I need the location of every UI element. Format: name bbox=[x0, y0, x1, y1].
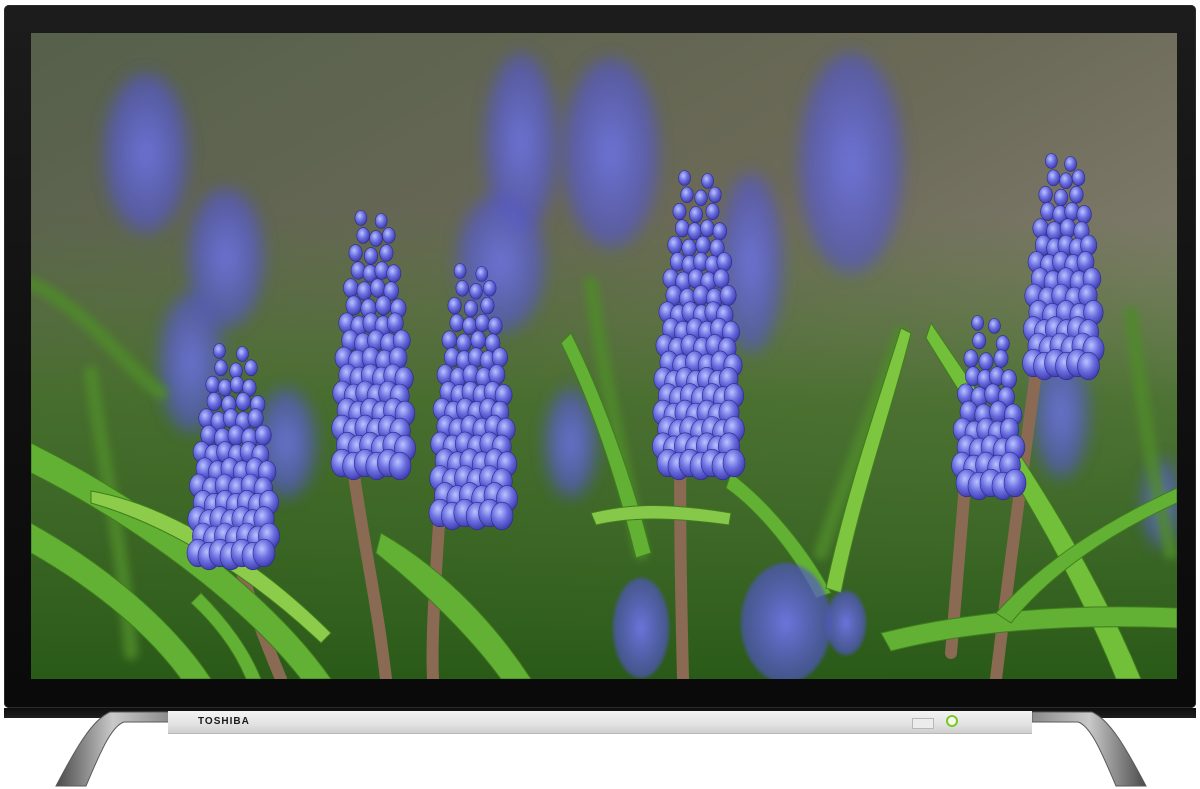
flower-floret bbox=[483, 280, 497, 297]
flower-floret bbox=[206, 392, 222, 411]
power-led-icon[interactable] bbox=[946, 715, 958, 727]
flower-floret bbox=[235, 392, 251, 411]
flower-floret bbox=[388, 451, 412, 481]
flower-floret bbox=[978, 352, 994, 371]
flower-floret bbox=[480, 296, 495, 315]
flower-floret bbox=[681, 238, 697, 258]
flower-floret bbox=[1059, 218, 1076, 239]
tv-front-trim bbox=[168, 711, 1032, 734]
flower-floret bbox=[236, 346, 249, 362]
flower-floret bbox=[722, 448, 746, 478]
flower-floret bbox=[379, 244, 394, 262]
flower-floret bbox=[1076, 205, 1092, 224]
flower-floret bbox=[487, 316, 503, 336]
right-stand bbox=[1030, 708, 1150, 788]
flower-floret bbox=[1053, 188, 1069, 207]
flower-floret bbox=[708, 186, 722, 204]
flower-floret bbox=[716, 252, 733, 272]
flower-floret bbox=[386, 264, 402, 283]
flower-floret bbox=[463, 299, 478, 318]
flower-floret bbox=[1071, 169, 1086, 187]
flower-floret bbox=[475, 266, 489, 282]
flower-floret bbox=[719, 284, 737, 306]
flower-floret bbox=[230, 375, 245, 394]
flower-floret bbox=[254, 424, 272, 446]
flower-floret bbox=[441, 330, 458, 350]
flower-floret bbox=[680, 186, 694, 204]
flower-floret bbox=[1038, 185, 1053, 204]
flower-floret bbox=[1032, 218, 1049, 239]
tv-screen bbox=[31, 33, 1177, 679]
flower-floret bbox=[356, 281, 372, 301]
television: TOSHIBA bbox=[0, 0, 1200, 789]
flower-floret bbox=[491, 347, 509, 368]
flower-floret bbox=[449, 313, 465, 333]
left-stand bbox=[52, 708, 172, 788]
flower-floret bbox=[988, 318, 1001, 334]
flower-floret bbox=[356, 227, 370, 244]
flower-floret bbox=[490, 501, 514, 531]
brand-logo: TOSHIBA bbox=[198, 716, 250, 727]
flower-floret bbox=[469, 283, 483, 300]
flower-floret bbox=[1003, 468, 1027, 498]
flower-floret bbox=[705, 203, 720, 221]
flower-floret bbox=[214, 359, 228, 377]
flower-floret bbox=[382, 227, 396, 244]
flower-floret bbox=[1000, 369, 1017, 390]
flower-floret bbox=[375, 295, 392, 316]
flower-floret bbox=[701, 173, 714, 189]
flower-floret bbox=[700, 219, 715, 238]
flower-floret bbox=[247, 408, 264, 429]
flower-floret bbox=[1064, 156, 1077, 172]
flower-floret bbox=[689, 206, 703, 224]
flower-floret bbox=[1069, 185, 1084, 204]
flower-floret bbox=[963, 349, 979, 368]
flower-floret bbox=[348, 244, 363, 262]
flower-floret bbox=[674, 219, 690, 238]
flower-floret bbox=[345, 295, 362, 316]
flower-floret bbox=[370, 278, 386, 298]
flower-floret bbox=[695, 235, 711, 255]
flower-floret bbox=[217, 378, 232, 397]
tv-bezel bbox=[4, 5, 1196, 708]
flower-floret bbox=[456, 333, 472, 353]
flower-floret bbox=[672, 203, 687, 221]
flower-floret bbox=[678, 170, 691, 186]
flower-floret bbox=[971, 315, 984, 331]
flower-floret bbox=[205, 375, 220, 394]
flower-floret bbox=[694, 189, 708, 207]
flower-floret bbox=[453, 263, 467, 279]
flower-floret bbox=[252, 538, 276, 568]
ir-sensor-icon bbox=[912, 718, 934, 729]
flower-floret bbox=[1077, 351, 1100, 381]
flower-floret bbox=[474, 313, 490, 333]
flower-floret bbox=[1046, 169, 1061, 187]
flower-floret bbox=[993, 349, 1009, 368]
flower-floret bbox=[455, 280, 469, 297]
flower-floret bbox=[343, 278, 359, 298]
flower-floret bbox=[667, 235, 683, 255]
flower-floret bbox=[354, 210, 368, 226]
flower-floret bbox=[995, 335, 1010, 353]
flower-floret bbox=[363, 247, 378, 265]
flower-floret bbox=[244, 359, 258, 377]
flower-floret bbox=[470, 330, 486, 350]
flower-floret bbox=[1045, 153, 1058, 169]
flower-floret bbox=[369, 230, 383, 247]
screen-image bbox=[31, 33, 1177, 679]
flower-floret bbox=[712, 222, 727, 241]
flower-floret bbox=[213, 343, 226, 359]
flower-floret bbox=[1059, 172, 1073, 190]
flower-floret bbox=[972, 332, 987, 350]
flower-floret bbox=[447, 296, 462, 315]
flower-floret bbox=[374, 213, 388, 229]
